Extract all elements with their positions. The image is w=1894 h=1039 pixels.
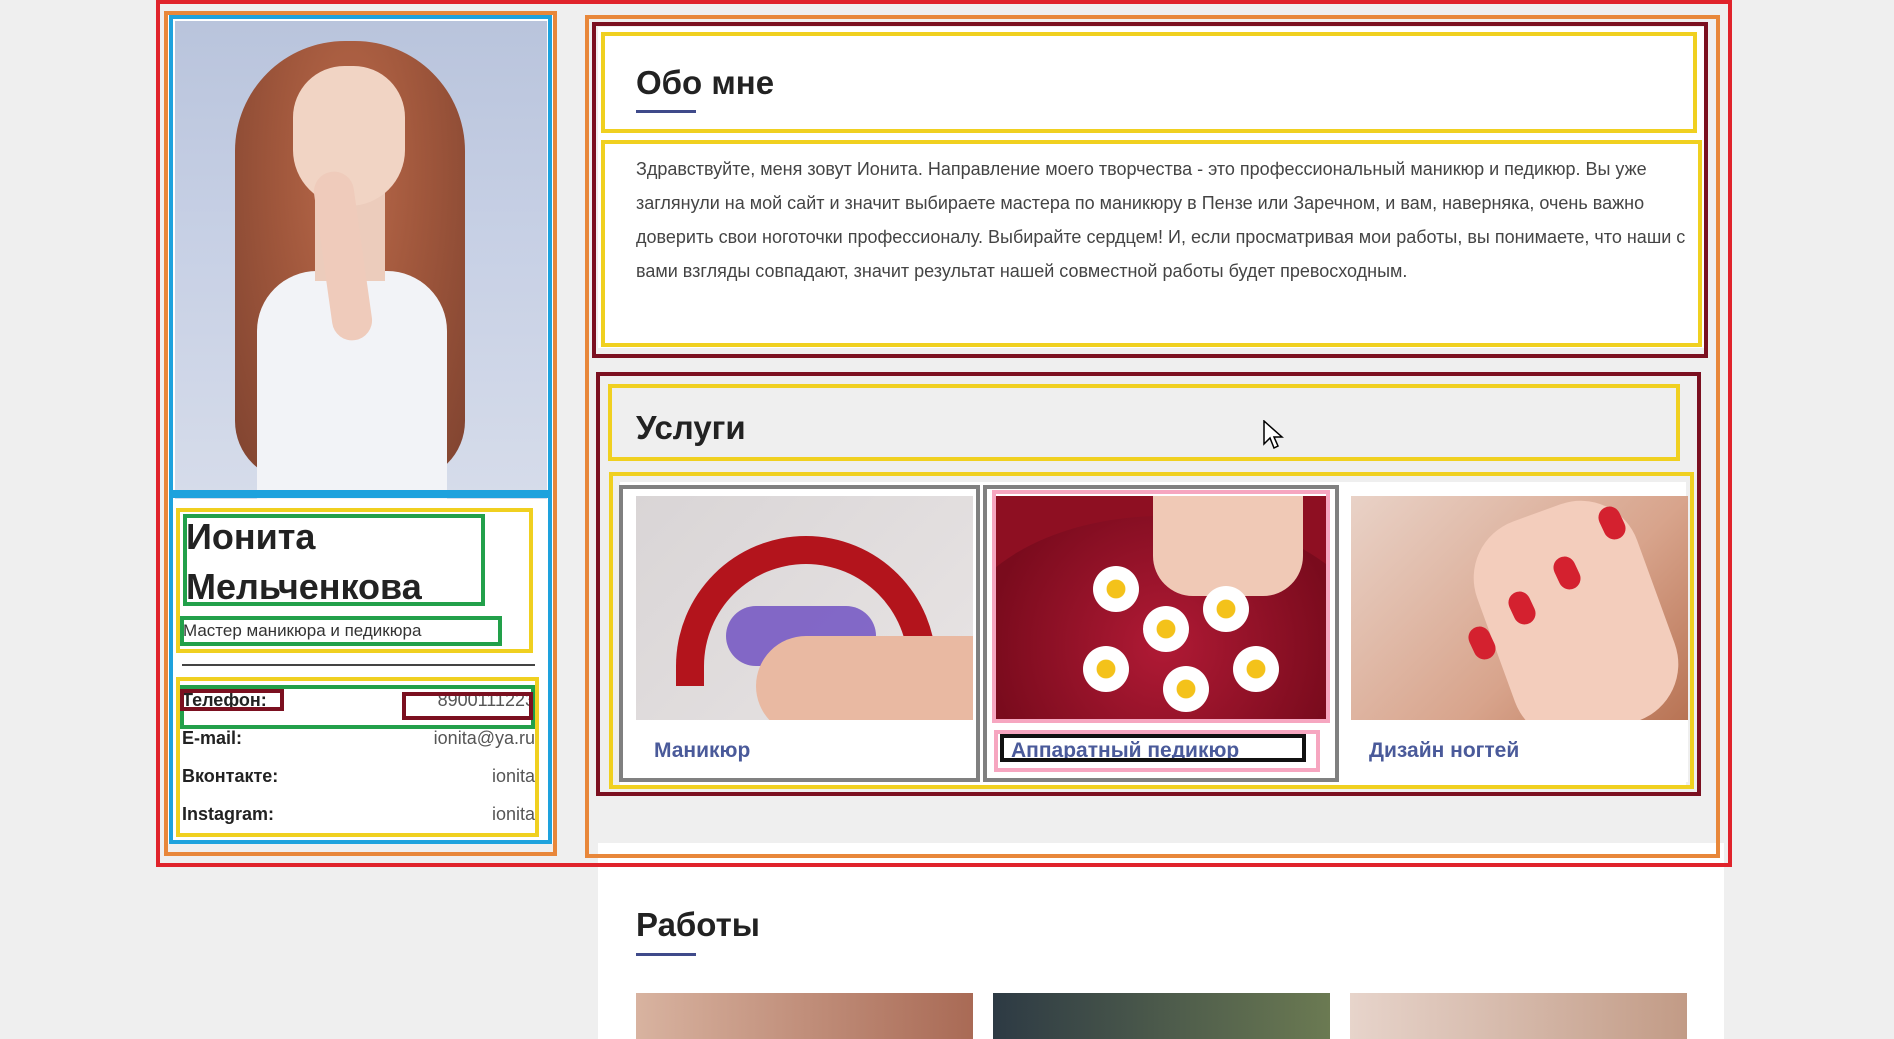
- contact-email-label: E-mail:: [182, 728, 243, 748]
- contact-vk-value[interactable]: ionita: [492, 766, 535, 804]
- services-grid: Маникюр Аппаратный педикюр Дизайн ногтей: [636, 496, 1688, 782]
- manicure-photo: [636, 496, 973, 720]
- profile-photo: [175, 21, 547, 499]
- works-title-underline: [636, 953, 696, 956]
- contact-phone-value[interactable]: 8900111223: [438, 690, 535, 728]
- contact-instagram: Instagram: ionita: [182, 804, 535, 842]
- profile-name: Ионита Мельченкова: [186, 512, 486, 612]
- pedicure-photo: [993, 496, 1330, 720]
- contact-email: E-mail: ionita@ya.ru: [182, 728, 535, 766]
- page: Ионита Мельченкова Мастер маникюра и пед…: [0, 0, 1894, 1039]
- contact-vk: Вконтакте: ionita: [182, 766, 535, 804]
- mouse-cursor-icon: [1263, 420, 1284, 450]
- profile-subtitle: Мастер маникюра и педикюра: [183, 621, 422, 640]
- works-thumb-3[interactable]: [1350, 993, 1687, 1039]
- service-label-manicure[interactable]: Маникюр: [654, 739, 750, 763]
- services-title: Услуги: [636, 409, 746, 446]
- about-text: Здравствуйте, меня зовут Ионита. Направл…: [636, 159, 1686, 281]
- profile-name-last: Мельченкова: [186, 566, 422, 607]
- contact-phone-label: Телефон:: [182, 690, 267, 710]
- service-card-pedicure[interactable]: Аппаратный педикюр: [993, 496, 1330, 782]
- works-title: Работы: [636, 906, 760, 943]
- service-card-nail-design[interactable]: Дизайн ногтей: [1351, 496, 1688, 782]
- nail-design-photo: [1351, 496, 1688, 720]
- works-thumb-1[interactable]: [636, 993, 973, 1039]
- contact-instagram-label: Instagram:: [182, 804, 275, 824]
- contacts-list: Телефон: 8900111223 E-mail: ionita@ya.ru…: [182, 690, 535, 842]
- works-thumb-2[interactable]: [993, 993, 1330, 1039]
- profile-name-first: Ионита: [186, 516, 316, 557]
- contact-vk-label: Вконтакте:: [182, 766, 279, 786]
- about-title-underline: [636, 110, 696, 113]
- about-title: Обо мне: [636, 64, 775, 101]
- contact-phone: Телефон: 8900111223: [182, 690, 535, 728]
- contact-email-value[interactable]: ionita@ya.ru: [434, 728, 535, 766]
- service-card-manicure[interactable]: Маникюр: [636, 496, 973, 782]
- profile-divider: [182, 664, 535, 666]
- service-label-nail-design[interactable]: Дизайн ногтей: [1369, 739, 1519, 763]
- contact-instagram-value[interactable]: ionita: [492, 804, 535, 842]
- service-label-pedicure[interactable]: Аппаратный педикюр: [1011, 739, 1239, 763]
